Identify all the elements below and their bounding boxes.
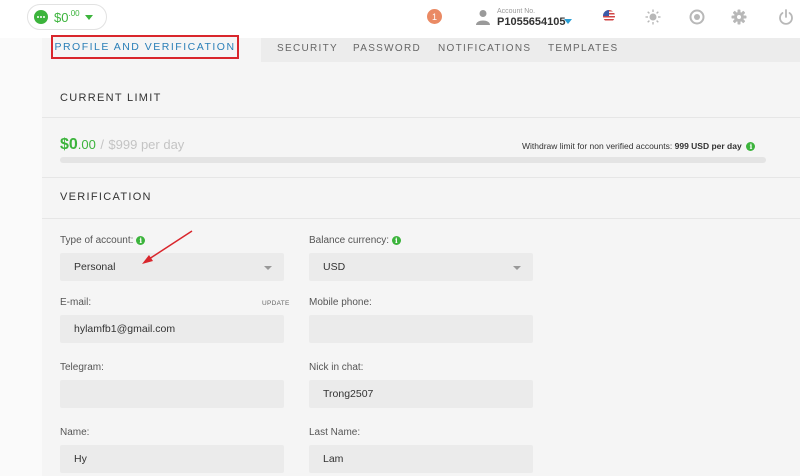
limit-amount: $0.00 / $999 per day bbox=[60, 136, 184, 154]
annotation-arrow-icon bbox=[142, 230, 193, 264]
info-icon[interactable]: i bbox=[391, 235, 401, 245]
email-field[interactable]: hylamfb1@gmail.com bbox=[60, 315, 284, 343]
withdraw-limit-note: Withdraw limit for non verified accounts… bbox=[522, 141, 756, 152]
nick-field[interactable]: Trong2507 bbox=[309, 380, 533, 408]
account-caret-icon[interactable] bbox=[564, 19, 572, 24]
telegram-label: Telegram: bbox=[60, 362, 104, 373]
email-label: E-mail: bbox=[60, 297, 92, 308]
last-name-label: Last Name: bbox=[309, 427, 361, 438]
info-icon[interactable]: i bbox=[746, 142, 756, 152]
mobile-phone-field[interactable] bbox=[309, 315, 533, 343]
balance-amount: $0 bbox=[54, 9, 69, 25]
top-bar: $0.00 1 Account No. P1055654105 bbox=[0, 0, 800, 38]
divider bbox=[42, 177, 800, 178]
currency-label: Balance currency: i bbox=[309, 235, 401, 246]
tab-security[interactable]: SECURITY bbox=[277, 43, 338, 54]
current-limit-title: CURRENT LIMIT bbox=[60, 92, 162, 104]
limit-used-cents: .00 bbox=[77, 137, 96, 152]
us-flag-icon[interactable] bbox=[603, 10, 615, 22]
limit-used: $0 bbox=[60, 136, 78, 153]
sun-icon[interactable] bbox=[645, 9, 661, 25]
name-field[interactable]: Hy bbox=[60, 445, 284, 473]
update-email-link[interactable]: UPDATE bbox=[262, 300, 290, 307]
wallet-icon bbox=[34, 10, 48, 24]
profile-card: SECURITY PASSWORD NOTIFICATIONS TEMPLATE… bbox=[42, 35, 800, 476]
last-name-field[interactable]: Lam bbox=[309, 445, 533, 473]
tab-bar: SECURITY PASSWORD NOTIFICATIONS TEMPLATE… bbox=[261, 38, 800, 62]
tab-password[interactable]: PASSWORD bbox=[353, 43, 421, 54]
gear-icon[interactable] bbox=[731, 9, 747, 25]
chevron-down-icon bbox=[84, 14, 93, 20]
account-type-label-text: Type of account: bbox=[60, 235, 134, 246]
user-icon[interactable] bbox=[476, 9, 490, 25]
notification-badge[interactable]: 1 bbox=[427, 9, 442, 24]
mobile-phone-label: Mobile phone: bbox=[309, 297, 372, 308]
divider bbox=[42, 218, 800, 219]
currency-label-text: Balance currency: bbox=[309, 235, 390, 246]
divider bbox=[42, 117, 800, 118]
tab-templates[interactable]: TEMPLATES bbox=[548, 43, 618, 54]
balance-cents: .00 bbox=[68, 8, 80, 18]
limit-max: $999 per day bbox=[108, 137, 185, 152]
balance-dropdown[interactable]: $0.00 bbox=[27, 4, 107, 30]
telegram-field[interactable] bbox=[60, 380, 284, 408]
name-label: Name: bbox=[60, 427, 90, 438]
chevron-down-icon bbox=[513, 266, 521, 270]
account-type-label: Type of account: i bbox=[60, 235, 146, 246]
account-type-value: Personal bbox=[74, 261, 116, 273]
power-icon[interactable] bbox=[778, 9, 794, 25]
currency-value: USD bbox=[323, 261, 346, 273]
account-number[interactable]: P1055654105 bbox=[497, 16, 566, 28]
withdraw-limit-text: Withdraw limit for non verified accounts… bbox=[522, 141, 673, 151]
tab-notifications[interactable]: NOTIFICATIONS bbox=[438, 43, 531, 54]
currency-select[interactable]: USD bbox=[309, 253, 533, 281]
nick-label: Nick in chat: bbox=[309, 362, 364, 373]
limit-separator: / bbox=[100, 137, 104, 152]
support-icon[interactable] bbox=[689, 9, 705, 25]
withdraw-limit-value: 999 USD per day bbox=[674, 141, 742, 151]
chevron-down-icon bbox=[264, 266, 272, 270]
tab-profile-and-verification[interactable]: PROFILE AND VERIFICATION bbox=[51, 35, 239, 59]
limit-progress-bar bbox=[60, 157, 766, 163]
verification-title: VERIFICATION bbox=[60, 191, 152, 203]
account-label: Account No. bbox=[497, 8, 536, 15]
